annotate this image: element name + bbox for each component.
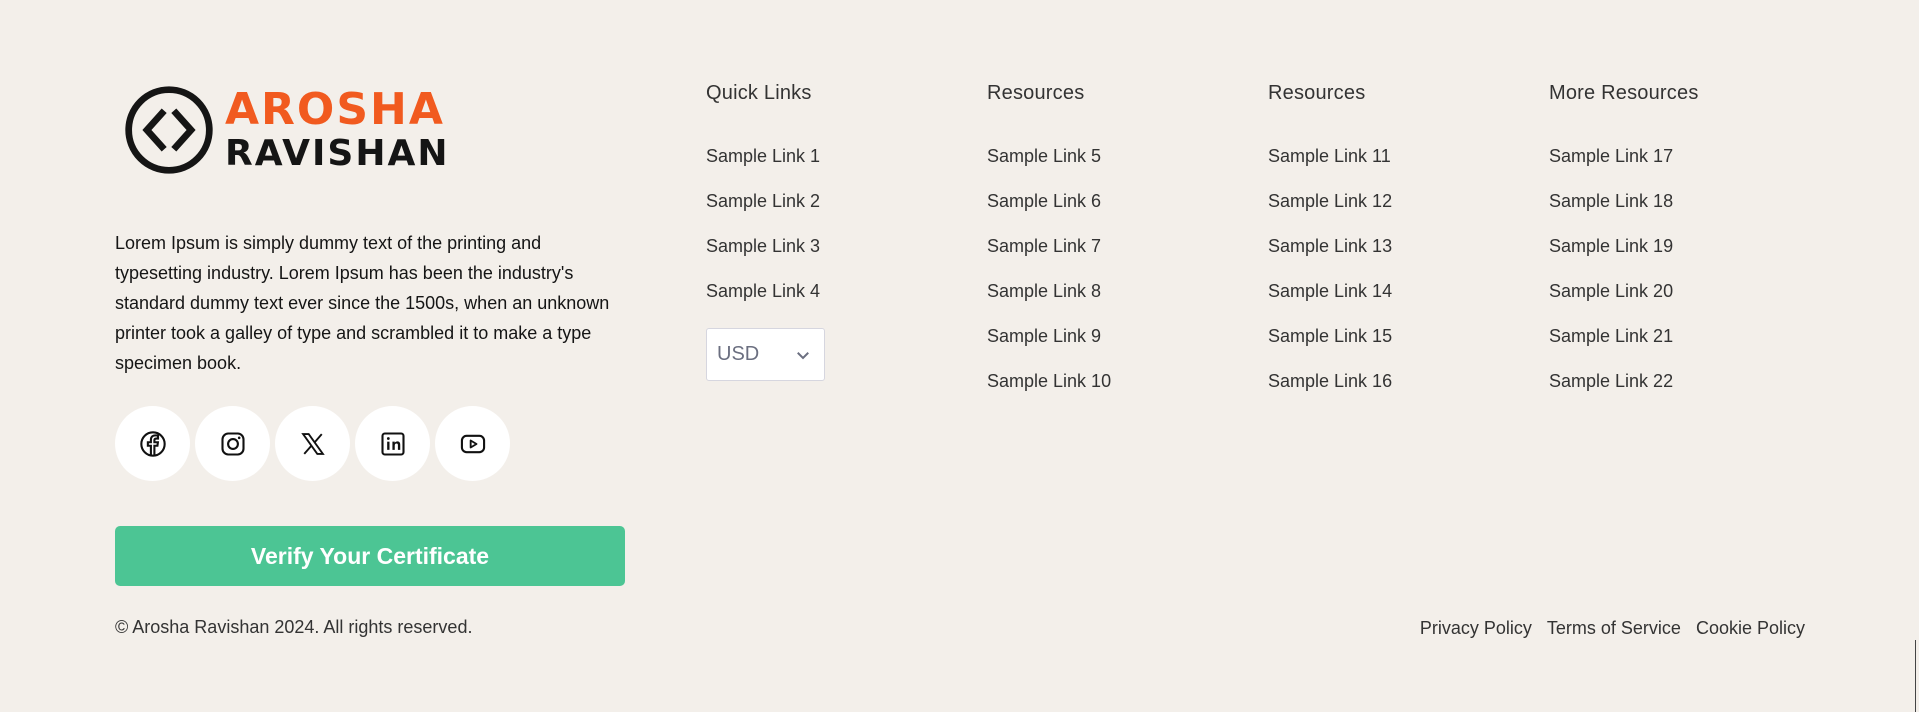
list-item: Sample Link 13 (1268, 236, 1392, 281)
list-item: Sample Link 4 (706, 281, 825, 326)
x-icon (300, 432, 325, 455)
list-item: Sample Link 5 (987, 146, 1111, 191)
copyright-text: © Arosha Ravishan 2024. All rights reser… (115, 617, 473, 637)
list-item: Sample Link 14 (1268, 281, 1392, 326)
footer-link[interactable]: Sample Link 20 (1549, 281, 1673, 301)
footer-link[interactable]: Sample Link 13 (1268, 236, 1392, 256)
logo[interactable]: AROSHA RAVISHAN (115, 80, 625, 180)
list-item: Sample Link 2 (706, 191, 825, 236)
chevron-down-icon (797, 351, 809, 359)
currency-value: USD (717, 343, 760, 365)
terms-of-service-link[interactable]: Terms of Service (1547, 618, 1681, 639)
column-heading: Resources (1268, 82, 1366, 104)
list-item: Sample Link 20 (1549, 281, 1699, 326)
facebook-icon (139, 430, 166, 457)
footer-link[interactable]: Sample Link 1 (706, 146, 820, 166)
youtube-button[interactable] (435, 406, 510, 481)
social-links (115, 406, 625, 481)
list-item: Sample Link 19 (1549, 236, 1699, 281)
footer-link[interactable]: Sample Link 8 (987, 281, 1101, 301)
logo-line1: AROSHA (225, 84, 445, 135)
cookie-policy-link[interactable]: Cookie Policy (1696, 618, 1805, 639)
resources-column-2: Resources Sample Link 11 Sample Link 12 … (1268, 82, 1392, 416)
legal-links: Privacy Policy Terms of Service Cookie P… (1420, 618, 1805, 639)
instagram-icon (220, 431, 245, 456)
scrollbar-edge (1915, 640, 1916, 712)
list-item: Sample Link 1 (706, 146, 825, 191)
column-heading: More Resources (1549, 82, 1699, 104)
youtube-icon (460, 434, 485, 453)
footer-link[interactable]: Sample Link 9 (987, 326, 1101, 346)
footer-link[interactable]: Sample Link 6 (987, 191, 1101, 211)
footer-link[interactable]: Sample Link 15 (1268, 326, 1392, 346)
list-item: Sample Link 7 (987, 236, 1111, 281)
footer-link[interactable]: Sample Link 7 (987, 236, 1101, 256)
link-list: Sample Link 5 Sample Link 6 Sample Link … (987, 146, 1111, 416)
list-item: Sample Link 11 (1268, 146, 1392, 191)
logo-wordmark: AROSHA RAVISHAN (225, 88, 449, 172)
list-item: Sample Link 16 (1268, 371, 1392, 416)
list-item: Sample Link 8 (987, 281, 1111, 326)
footer-link[interactable]: Sample Link 12 (1268, 191, 1392, 211)
footer-link[interactable]: Sample Link 10 (987, 371, 1111, 391)
list-item: Sample Link 15 (1268, 326, 1392, 371)
list-item: Sample Link 21 (1549, 326, 1699, 371)
footer-link[interactable]: Sample Link 3 (706, 236, 820, 256)
footer-link[interactable]: Sample Link 5 (987, 146, 1101, 166)
instagram-button[interactable] (195, 406, 270, 481)
list-item: Sample Link 17 (1549, 146, 1699, 191)
list-item: Sample Link 18 (1549, 191, 1699, 236)
verify-certificate-button[interactable]: Verify Your Certificate (115, 526, 625, 586)
column-heading: Quick Links (706, 82, 812, 104)
code-brackets-logo-icon (125, 86, 213, 174)
facebook-button[interactable] (115, 406, 190, 481)
currency-select[interactable]: USD (706, 328, 825, 381)
link-list: Sample Link 17 Sample Link 18 Sample Lin… (1549, 146, 1699, 416)
footer-link[interactable]: Sample Link 16 (1268, 371, 1392, 391)
footer-link[interactable]: Sample Link 21 (1549, 326, 1673, 346)
footer-link[interactable]: Sample Link 18 (1549, 191, 1673, 211)
footer-link[interactable]: Sample Link 11 (1268, 146, 1391, 166)
link-list: Sample Link 11 Sample Link 12 Sample Lin… (1268, 146, 1392, 416)
about-text: Lorem Ipsum is simply dummy text of the … (115, 233, 610, 373)
linkedin-icon (380, 431, 405, 456)
link-list: Sample Link 1 Sample Link 2 Sample Link … (706, 146, 825, 326)
quick-links-column: Quick Links Sample Link 1 Sample Link 2 … (706, 82, 825, 381)
brand-column: AROSHA RAVISHAN Lorem Ipsum is simply du… (115, 80, 625, 586)
footer-link[interactable]: Sample Link 4 (706, 281, 820, 301)
list-item: Sample Link 9 (987, 326, 1111, 371)
more-resources-column: More Resources Sample Link 17 Sample Lin… (1549, 82, 1699, 416)
footer-link[interactable]: Sample Link 22 (1549, 371, 1673, 391)
list-item: Sample Link 22 (1549, 371, 1699, 416)
linkedin-button[interactable] (355, 406, 430, 481)
footer-link[interactable]: Sample Link 2 (706, 191, 820, 211)
footer-link[interactable]: Sample Link 17 (1549, 146, 1673, 166)
list-item: Sample Link 6 (987, 191, 1111, 236)
list-item: Sample Link 12 (1268, 191, 1392, 236)
footer-link[interactable]: Sample Link 19 (1549, 236, 1673, 256)
footer-link[interactable]: Sample Link 14 (1268, 281, 1392, 301)
list-item: Sample Link 10 (987, 371, 1111, 416)
site-footer: AROSHA RAVISHAN Lorem Ipsum is simply du… (0, 0, 1919, 712)
logo-line2: RAVISHAN (225, 133, 450, 174)
privacy-policy-link[interactable]: Privacy Policy (1420, 618, 1532, 639)
list-item: Sample Link 3 (706, 236, 825, 281)
column-heading: Resources (987, 82, 1085, 104)
x-twitter-button[interactable] (275, 406, 350, 481)
resources-column-1: Resources Sample Link 5 Sample Link 6 Sa… (987, 82, 1111, 416)
